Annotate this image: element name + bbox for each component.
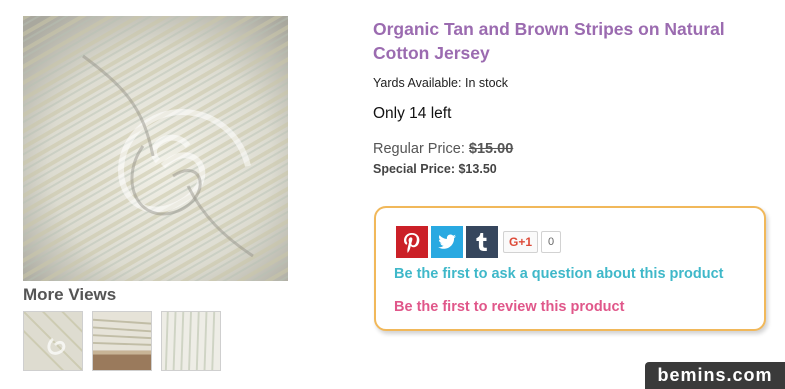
google-plus-count: 0 (541, 230, 562, 253)
thumbnail-flat-stripes-image (162, 312, 220, 370)
twitter-icon[interactable] (431, 225, 463, 258)
share-box: G+1 0 Be the first to ask a question abo… (374, 206, 766, 331)
thumbnail-2[interactable] (92, 311, 152, 371)
main-product-image[interactable] (23, 16, 288, 281)
availability-label: Yards Available: (373, 76, 462, 90)
tumblr-icon[interactable] (466, 225, 498, 258)
thumbnail-swirl-image (24, 312, 82, 370)
google-plus-button[interactable]: G+1 (503, 230, 539, 253)
more-views-heading: More Views (23, 285, 117, 304)
fabric-swirl-photo (23, 16, 288, 281)
special-price-label: Special Price: (373, 162, 455, 176)
ask-question-link[interactable]: Be the first to ask a question about thi… (394, 266, 724, 282)
regular-price: Regular Price: $15.00 (373, 141, 513, 157)
stock-remaining: Only 14 left (373, 105, 452, 122)
write-review-link[interactable]: Be the first to review this product (394, 299, 624, 315)
regular-price-value: $15.00 (468, 141, 514, 157)
thumbnail-folded-fabric-image (93, 312, 151, 370)
special-price-value: $13.50 (458, 162, 497, 176)
thumbnail-1[interactable] (23, 311, 83, 371)
product-title: Organic Tan and Brown Stripes on Natural… (373, 19, 725, 63)
site-watermark: bemins.com (645, 362, 785, 389)
availability: Yards Available: In stock (373, 76, 508, 90)
thumbnail-3[interactable] (161, 311, 221, 371)
special-price: Special Price: $13.50 (373, 162, 497, 176)
regular-price-label: Regular Price: (373, 141, 465, 157)
pinterest-icon[interactable] (396, 225, 428, 258)
social-share-bar: G+1 0 (396, 225, 562, 258)
availability-value: In stock (464, 76, 509, 90)
